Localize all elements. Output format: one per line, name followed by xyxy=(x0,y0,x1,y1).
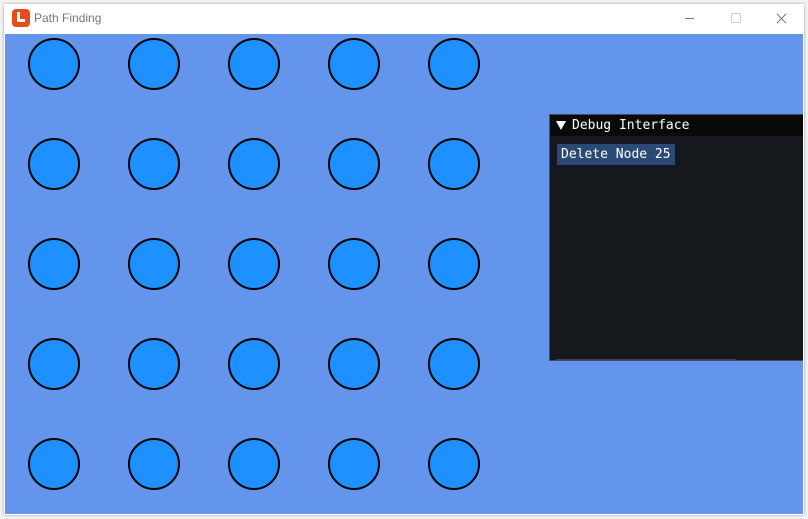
graph-node-24[interactable] xyxy=(328,438,380,490)
window-title: Path Finding xyxy=(34,11,102,25)
maximize-button[interactable] xyxy=(712,4,758,34)
graph-node-16[interactable] xyxy=(28,338,80,390)
graph-node-5[interactable] xyxy=(428,38,480,90)
monogame-icon xyxy=(12,9,30,27)
game-canvas[interactable]: Debug Interface Delete Node 25 xyxy=(5,34,803,514)
graph-node-20[interactable] xyxy=(428,338,480,390)
graph-node-10[interactable] xyxy=(428,138,480,190)
graph-node-11[interactable] xyxy=(28,238,80,290)
graph-node-7[interactable] xyxy=(128,138,180,190)
graph-node-9[interactable] xyxy=(328,138,380,190)
close-button[interactable] xyxy=(758,4,804,34)
graph-node-6[interactable] xyxy=(28,138,80,190)
panel-divider xyxy=(556,359,736,360)
title-bar[interactable]: Path Finding xyxy=(4,4,804,34)
debug-interface-header[interactable]: Debug Interface xyxy=(550,115,803,136)
graph-node-12[interactable] xyxy=(128,238,180,290)
graph-node-18[interactable] xyxy=(228,338,280,390)
graph-node-3[interactable] xyxy=(228,38,280,90)
graph-node-2[interactable] xyxy=(128,38,180,90)
app-window: Path Finding Debug Interface Delete Node… xyxy=(4,4,804,515)
graph-node-23[interactable] xyxy=(228,438,280,490)
graph-node-15[interactable] xyxy=(428,238,480,290)
graph-node-4[interactable] xyxy=(328,38,380,90)
graph-node-22[interactable] xyxy=(128,438,180,490)
graph-node-14[interactable] xyxy=(328,238,380,290)
triangle-down-icon[interactable] xyxy=(556,121,566,130)
graph-node-1[interactable] xyxy=(28,38,80,90)
graph-node-13[interactable] xyxy=(228,238,280,290)
graph-node-17[interactable] xyxy=(128,338,180,390)
debug-interface-panel: Debug Interface Delete Node 25 xyxy=(549,114,803,361)
graph-node-19[interactable] xyxy=(328,338,380,390)
delete-node-button[interactable]: Delete Node 25 xyxy=(557,144,675,165)
graph-node-25[interactable] xyxy=(428,438,480,490)
graph-node-21[interactable] xyxy=(28,438,80,490)
minimize-button[interactable] xyxy=(666,4,712,34)
graph-node-8[interactable] xyxy=(228,138,280,190)
debug-interface-title: Debug Interface xyxy=(572,118,690,133)
